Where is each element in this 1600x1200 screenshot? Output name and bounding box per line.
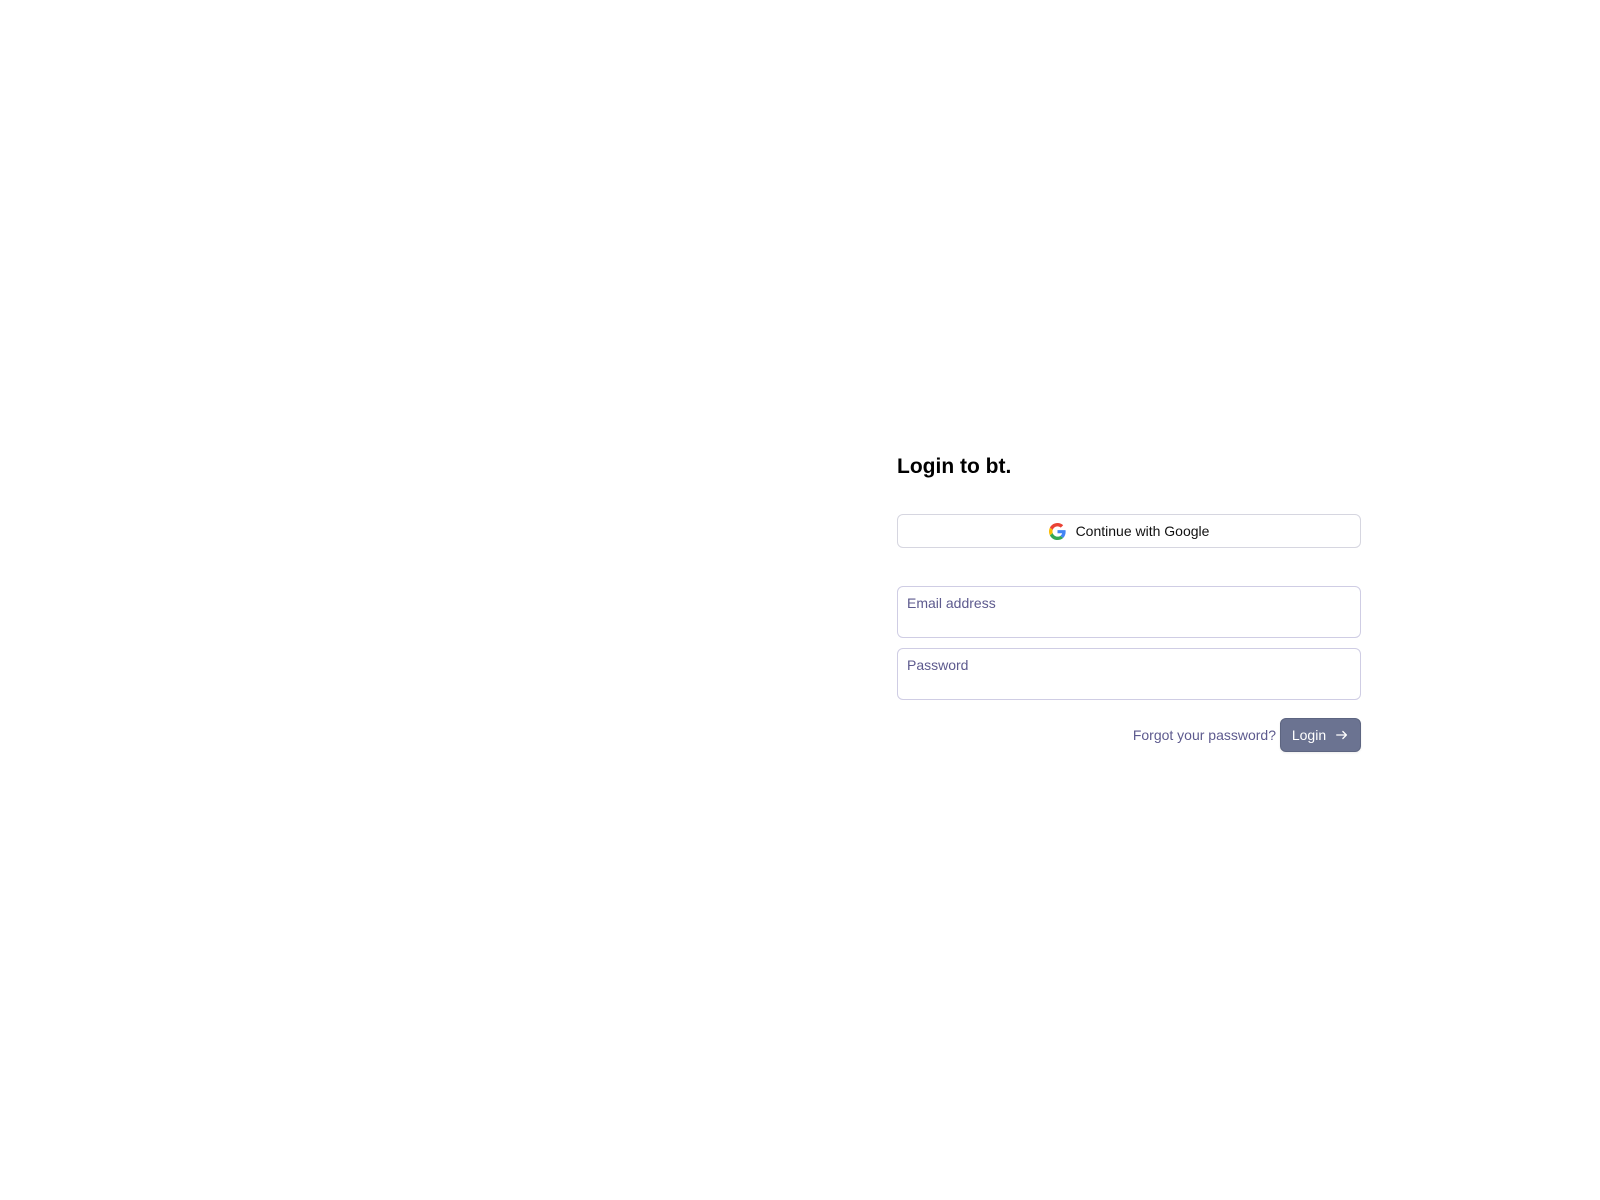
- login-page: Login to bt. Continue with Google Email …: [0, 0, 1600, 1200]
- arrow-right-icon: [1335, 728, 1349, 742]
- login-button-label: Login: [1291, 727, 1327, 743]
- login-actions: Forgot your password? Login: [1133, 718, 1361, 752]
- password-field[interactable]: Password: [897, 648, 1361, 700]
- google-icon: [1048, 522, 1066, 540]
- email-label: Email address: [907, 595, 996, 611]
- login-panel: Login to bt. Continue with Google Email …: [897, 450, 1361, 752]
- password-label: Password: [907, 657, 969, 673]
- password-input[interactable]: [907, 673, 1351, 693]
- page-title: Login to bt.: [897, 455, 1012, 478]
- google-button-label: Continue with Google: [1075, 523, 1210, 539]
- email-input[interactable]: [907, 611, 1351, 631]
- email-field[interactable]: Email address: [897, 586, 1361, 638]
- login-button[interactable]: Login: [1280, 718, 1361, 752]
- forgot-password-link[interactable]: Forgot your password?: [1133, 727, 1276, 743]
- continue-with-google-button[interactable]: Continue with Google: [897, 514, 1361, 548]
